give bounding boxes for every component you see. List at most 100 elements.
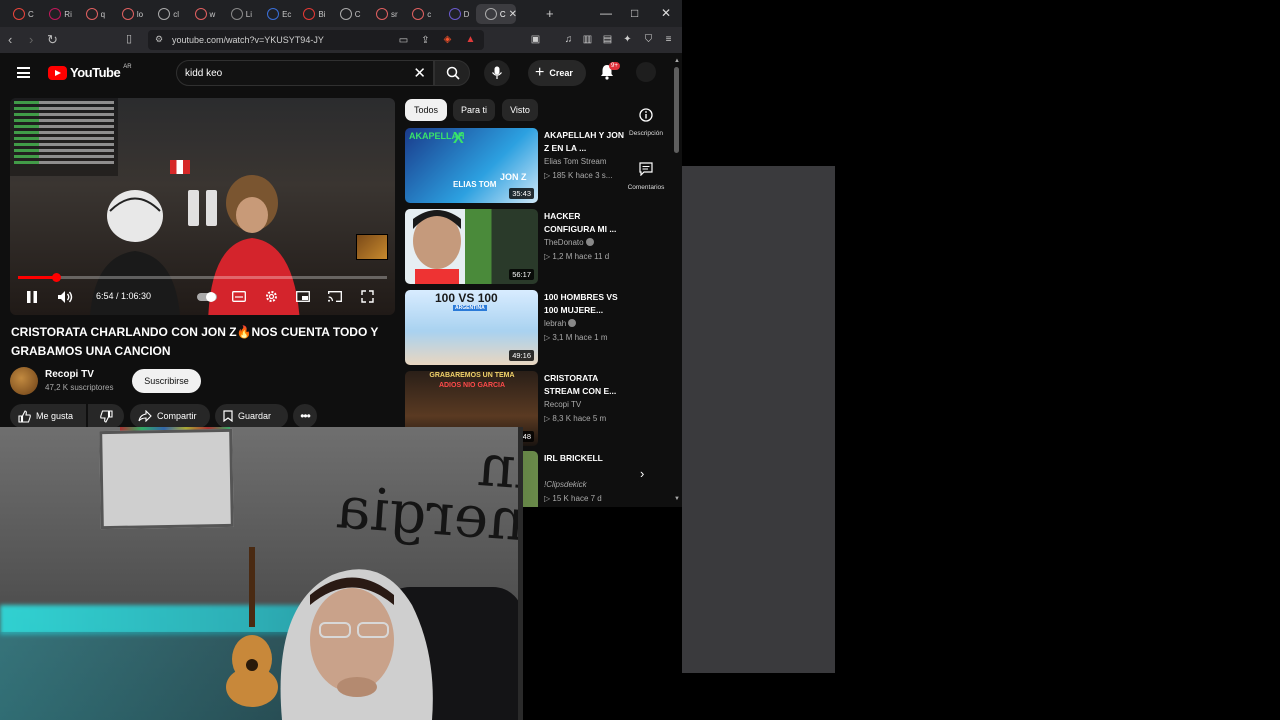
new-tab-button[interactable]: + <box>546 6 554 21</box>
video-thumbnail[interactable]: 56:17 <box>405 209 538 284</box>
reader-icon[interactable]: ▥ <box>582 34 593 45</box>
browser-tab[interactable]: cl <box>149 4 184 24</box>
scrollbar-thumb[interactable] <box>674 67 679 153</box>
bookmark-icon[interactable]: ▯ <box>126 33 132 46</box>
close-tab-icon[interactable]: ✕ <box>509 9 516 20</box>
autoplay-toggle[interactable] <box>196 288 218 305</box>
video-thumbnail[interactable]: 100 VS 100 ARGENTINA 49:16 <box>405 290 538 365</box>
description-button[interactable]: Descripción <box>624 104 668 137</box>
clear-search-icon[interactable]: ✕ <box>413 64 426 82</box>
back-icon[interactable]: ‹ <box>8 33 12 46</box>
scroll-up-icon[interactable]: ▲ <box>674 58 680 64</box>
music-icon[interactable]: ♫ <box>563 34 574 45</box>
voice-search-button[interactable] <box>484 60 510 86</box>
minimize-button[interactable]: — <box>600 6 612 20</box>
like-label: Me gusta <box>36 411 74 421</box>
stream-logo-overlay <box>356 234 388 260</box>
volume-button[interactable] <box>57 288 75 305</box>
leo-ai-icon[interactable]: ✦ <box>622 34 633 45</box>
browser-tab[interactable]: Ri <box>40 4 75 24</box>
url-text: youtube.com/watch?v=YKUSYT94-JY <box>172 35 324 45</box>
video-thumbnail[interactable]: AKAPELLAH X ELIAS TOM JON Z 35:43 <box>405 128 538 203</box>
brave-shields-icon[interactable]: ◈ <box>442 34 453 45</box>
dislike-button[interactable] <box>88 404 124 428</box>
vpn-icon[interactable]: ⛉ <box>643 34 654 45</box>
reload-icon[interactable]: ↻ <box>47 33 58 46</box>
progress-scrubber[interactable] <box>52 273 62 282</box>
browser-tab[interactable]: c <box>403 4 438 24</box>
search-button[interactable] <box>434 60 470 86</box>
browser-tab[interactable]: lo <box>113 4 148 24</box>
chip-todos[interactable]: Todos <box>405 99 447 121</box>
tab-title: C <box>28 9 34 19</box>
action-row: Me gusta Compartir Guardar ••• <box>10 404 395 428</box>
page-scrollbar[interactable]: ▲ ▼ <box>673 58 681 507</box>
site-info-icon[interactable]: ⚙ <box>155 34 163 45</box>
recommendation-title[interactable]: 100 HOMBRES VS 100 MUJERE... <box>544 291 624 317</box>
channel-avatar[interactable] <box>10 367 38 395</box>
recommendation-title[interactable]: IRL BRICKELL <box>544 452 624 465</box>
browser-tab[interactable]: q <box>77 4 112 24</box>
browser-tab[interactable]: Bi <box>294 4 329 24</box>
share-page-icon[interactable]: ⇪ <box>420 35 431 46</box>
mic-icon <box>492 66 502 79</box>
tab-favicon-icon <box>412 8 425 20</box>
recommendation-channel[interactable]: lebrah <box>544 319 577 328</box>
browser-tab[interactable]: w <box>186 4 221 24</box>
more-actions-button[interactable]: ••• <box>293 404 317 428</box>
miniplayer-button[interactable] <box>295 288 311 305</box>
pause-overlay-icon[interactable] <box>188 190 222 226</box>
install-icon[interactable]: ▭ <box>398 35 409 46</box>
maximize-button[interactable]: □ <box>631 6 638 20</box>
fullscreen-button[interactable] <box>359 288 375 305</box>
recommendation-channel[interactable]: !Clipsdekick <box>544 480 587 489</box>
recommendation-channel[interactable]: Recopi TV <box>544 400 581 409</box>
save-button[interactable]: Guardar <box>215 404 288 428</box>
wallet-icon[interactable]: ▤ <box>602 34 613 45</box>
pause-button[interactable] <box>24 288 40 305</box>
like-button[interactable]: Me gusta <box>10 404 86 428</box>
recommendation-title[interactable]: HACKER CONFIGURA MI ... <box>544 210 624 236</box>
browser-tab[interactable]: C ✕ <box>475 4 516 24</box>
video-player[interactable]: 6:54 / 1:06:30 <box>10 98 395 315</box>
chevron-right-icon[interactable]: › <box>640 466 644 481</box>
forward-icon[interactable]: › <box>29 33 33 46</box>
url-field[interactable]: ⚙ youtube.com/watch?v=YKUSYT94-JY ▭ ⇪ ◈ … <box>148 30 484 50</box>
cast-button[interactable] <box>327 288 343 305</box>
search-input[interactable]: kidd keo ✕ <box>176 60 434 86</box>
youtube-play-icon <box>48 65 67 80</box>
chip-visto[interactable]: Visto <box>502 99 538 121</box>
menu-icon[interactable]: ≡ <box>663 34 674 45</box>
chip-para-ti[interactable]: Para ti <box>453 99 495 121</box>
recommendation-item[interactable]: 56:17 HACKER CONFIGURA MI ... TheDonato … <box>405 209 625 285</box>
settings-button[interactable] <box>263 288 279 305</box>
youtube-logo[interactable]: YouTube AR <box>48 64 132 80</box>
browser-tab[interactable]: sr <box>367 4 402 24</box>
brave-rewards-icon[interactable]: ▲ <box>465 34 476 45</box>
recommendation-channel[interactable]: TheDonato <box>544 238 594 247</box>
sidebar-toggle-icon[interactable]: ▣ <box>530 34 541 45</box>
comments-button[interactable]: Comentarios <box>624 160 668 191</box>
recommendation-channel[interactable]: Elias Tom Stream <box>544 157 607 166</box>
subtitles-button[interactable] <box>231 288 247 305</box>
channel-name[interactable]: Recopi TV <box>45 369 94 380</box>
webcam-wall-poster <box>99 428 234 530</box>
tab-title: Li <box>245 9 253 19</box>
browser-tab[interactable]: Ec <box>258 4 293 24</box>
subscribe-button[interactable]: Suscribirse <box>132 369 201 393</box>
hamburger-menu-icon[interactable] <box>17 67 30 78</box>
progress-bar[interactable] <box>18 273 387 282</box>
user-avatar[interactable] <box>636 62 656 82</box>
recommendation-item[interactable]: 100 VS 100 ARGENTINA 49:16 100 HOMBRES V… <box>405 290 625 366</box>
browser-tab[interactable]: C <box>331 4 366 24</box>
browser-tab[interactable]: D <box>440 4 475 24</box>
create-button[interactable]: + Crear <box>528 60 586 86</box>
recommendation-item[interactable]: AKAPELLAH X ELIAS TOM JON Z 35:43 AKAPEL… <box>405 128 625 204</box>
share-button[interactable]: Compartir <box>130 404 210 428</box>
browser-tab[interactable]: C <box>4 4 39 24</box>
close-window-button[interactable]: ✕ <box>661 6 671 20</box>
recommendation-title[interactable]: AKAPELLAH Y JON Z EN LA ... <box>544 129 624 155</box>
recommendation-title[interactable]: CRISTORATA STREAM CON E... <box>544 372 624 398</box>
browser-tab[interactable]: Li <box>222 4 257 24</box>
scroll-down-icon[interactable]: ▼ <box>674 496 680 502</box>
